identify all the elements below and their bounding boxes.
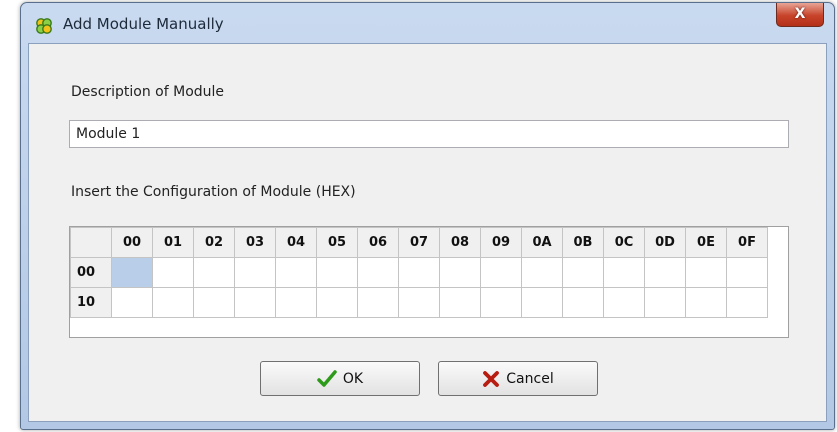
configuration-label: Insert the Configuration of Module (HEX): [71, 184, 356, 200]
hex-cell[interactable]: [316, 287, 358, 318]
description-input[interactable]: [69, 120, 789, 148]
hex-cell[interactable]: [398, 257, 440, 288]
hex-table: 00 01 02 03 04 05 06 07 08 09 0A 0B 0C 0D 0E 0F 00 10: [70, 227, 768, 318]
ok-label: OK: [342, 370, 364, 387]
hex-cell[interactable]: [726, 287, 768, 318]
hex-cell[interactable]: [357, 287, 399, 318]
hex-cell[interactable]: [193, 287, 235, 318]
column-header: 00: [111, 227, 153, 258]
description-label: Description of Module: [71, 84, 225, 100]
title-bar[interactable]: Add Module Manually X: [21, 3, 834, 43]
grid-row: 10: [70, 287, 768, 318]
close-icon: X: [794, 6, 806, 22]
hex-cell[interactable]: [644, 287, 686, 318]
column-header: 05: [316, 227, 358, 258]
dialog-window: Add Module Manually X Description of Mod…: [20, 2, 835, 430]
hex-cell[interactable]: [562, 257, 604, 288]
hex-cell[interactable]: [111, 257, 153, 288]
column-header: 07: [398, 227, 440, 258]
hex-cell[interactable]: [275, 287, 317, 318]
hex-cell[interactable]: [234, 287, 276, 318]
hex-cell[interactable]: [398, 287, 440, 318]
hex-cell[interactable]: [193, 257, 235, 288]
hex-cell[interactable]: [357, 257, 399, 288]
column-header: 09: [480, 227, 522, 258]
cross-icon: [482, 370, 500, 388]
hex-cell[interactable]: [316, 257, 358, 288]
column-header: 06: [357, 227, 399, 258]
hex-cell[interactable]: [685, 287, 727, 318]
column-header: 04: [275, 227, 317, 258]
hex-cell[interactable]: [521, 257, 563, 288]
hex-cell[interactable]: [234, 257, 276, 288]
hex-cell[interactable]: [439, 287, 481, 318]
column-header: 0D: [644, 227, 686, 258]
column-header: 0F: [726, 227, 768, 258]
hex-cell[interactable]: [152, 257, 194, 288]
hex-cell[interactable]: [685, 257, 727, 288]
row-header: 00: [70, 257, 112, 288]
cancel-button[interactable]: Cancel: [438, 361, 598, 396]
grid-row: 00: [70, 257, 768, 288]
hex-cell[interactable]: [521, 287, 563, 318]
column-header: 01: [152, 227, 194, 258]
hex-cell[interactable]: [480, 257, 522, 288]
hex-cell[interactable]: [726, 257, 768, 288]
column-header: 0C: [603, 227, 645, 258]
hex-cell[interactable]: [275, 257, 317, 288]
column-header: 0B: [562, 227, 604, 258]
hex-cell[interactable]: [152, 287, 194, 318]
grid-corner: [70, 227, 112, 258]
hex-config-grid: 00 01 02 03 04 05 06 07 08 09 0A 0B 0C 0D 0E 0F 00 10: [69, 226, 789, 338]
hex-cell[interactable]: [111, 287, 153, 318]
hex-cell[interactable]: [480, 287, 522, 318]
row-header: 10: [70, 287, 112, 318]
check-icon: [317, 369, 337, 388]
hex-cell[interactable]: [603, 257, 645, 288]
hex-cell[interactable]: [644, 257, 686, 288]
column-header: 03: [234, 227, 276, 258]
close-button[interactable]: X: [776, 3, 824, 27]
hex-cell[interactable]: [603, 287, 645, 318]
column-header: 0E: [685, 227, 727, 258]
ok-button[interactable]: OK: [260, 361, 420, 396]
column-header: 0A: [521, 227, 563, 258]
column-header: 02: [193, 227, 235, 258]
app-icon: [35, 17, 53, 35]
cancel-label: Cancel: [506, 370, 554, 387]
hex-cell[interactable]: [562, 287, 604, 318]
dialog-body: Description of Module Insert the Configu…: [28, 43, 827, 422]
hex-cell[interactable]: [439, 257, 481, 288]
column-header: 08: [439, 227, 481, 258]
window-title: Add Module Manually: [63, 15, 224, 33]
